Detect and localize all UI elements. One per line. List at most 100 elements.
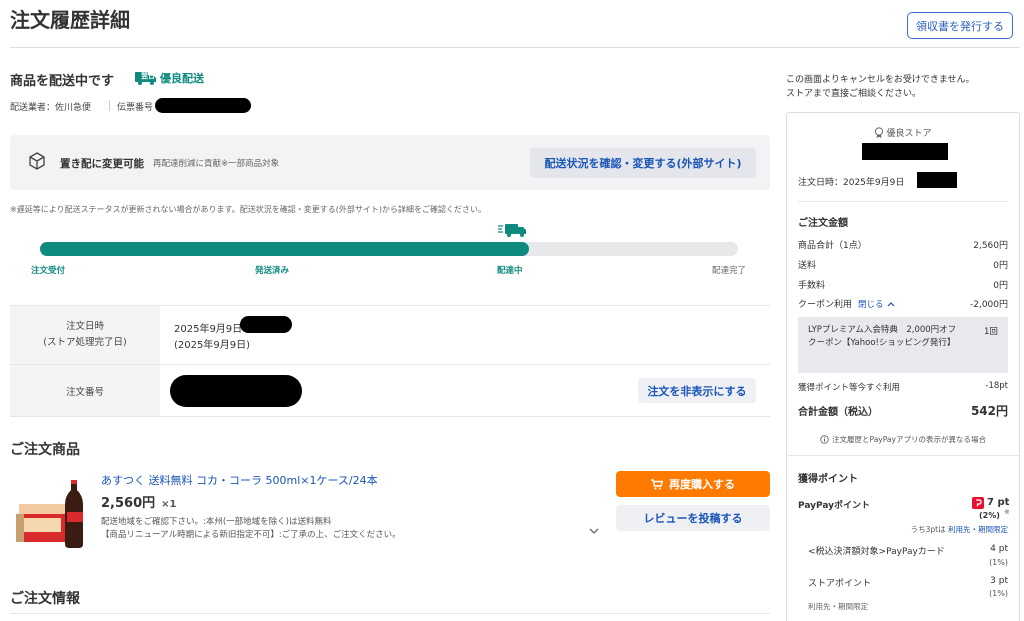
next-day-tag: 翌日 <box>141 72 155 80</box>
tracking-number-redacted <box>155 98 251 113</box>
coupon-toggle[interactable]: 閉じる <box>858 298 895 310</box>
rebuy-label: 再度購入する <box>669 478 735 491</box>
handling-fee-label: 手数料 <box>798 281 826 291</box>
total-value: 542円 <box>970 404 1008 418</box>
medal-icon <box>874 127 884 138</box>
coupon-detail-text: LYPプレミアム入会特典 2,000円オフクーポン【Yahoo!ショッピング発行… <box>808 325 957 348</box>
excellent-delivery-label: 優良配送 <box>160 72 204 85</box>
points-used-row: 獲得ポイント等今すぐ利用 -18pt <box>798 381 1008 393</box>
subtotal-value: 2,560円 <box>973 241 1008 251</box>
product-note-2: 【商品リニューアル時期による新旧指定不可】:ご了承の上、ご注文ください。 <box>101 530 401 540</box>
points-heading: 獲得ポイント <box>798 474 858 485</box>
okihai-note: 再配達削減に貢献※一部商品対象 <box>153 159 280 169</box>
page-title: 注文履歴詳細 <box>10 8 130 32</box>
status-notice: ※遅延等により配送ステータスが更新されない場合があります。配送状況を確認・変更す… <box>10 205 486 214</box>
store-badge-label: 優良ストア <box>886 129 932 139</box>
store-name-redacted <box>862 143 948 160</box>
products-heading: ご注文商品 <box>10 442 80 458</box>
product-price-row: 2,560円 ×1 <box>101 492 176 511</box>
order-number-redacted <box>170 375 302 407</box>
box-icon <box>28 152 46 173</box>
header-divider <box>10 47 1020 48</box>
card-point-value: 4 pt <box>990 544 1008 554</box>
total-label: 合計金額（税込） <box>798 407 878 418</box>
order-details-divider <box>10 613 770 614</box>
handling-fee-row: 手数料 0円 <box>798 278 1008 291</box>
sidebar-divider-2 <box>786 455 1020 456</box>
coupon-count: 1回 <box>984 327 998 337</box>
order-date-value: 2025年9月9日 <box>174 324 243 335</box>
step-delivered: 配達完了 <box>712 266 747 276</box>
sidebar-order-time-redacted <box>917 172 957 188</box>
sidebar-order-date: 注文日時：2025年9月9日 <box>798 178 905 188</box>
store-point-label: ストアポイント <box>808 579 872 589</box>
total-row: 合計金額（税込） 542円 <box>798 402 1008 419</box>
rebuy-button[interactable]: 再度購入する <box>616 471 770 497</box>
product-price: 2,560円 <box>101 496 156 511</box>
card-point-label: <税込決済額対象>PayPayカード <box>808 547 945 557</box>
carrier-divider <box>109 100 110 111</box>
order-details-heading: ご注文情報 <box>10 591 80 607</box>
points-used-value: -18pt <box>985 381 1008 391</box>
product-note-1: 配送地域をご確認下さい。:本州(一部地域を除く)は送料無料 <box>101 517 332 527</box>
step-in-delivery: 配達中 <box>497 266 523 276</box>
step-shipped: 発送済み <box>255 266 290 276</box>
order-date-sub-value: (2025年9月9日) <box>174 340 250 351</box>
chevron-down-icon[interactable] <box>589 527 599 538</box>
paypay-point-sub: うち3ptは 利用先・期間限定 <box>820 524 1008 535</box>
store-point-sub: 利用先・期間限定 <box>808 602 868 611</box>
coupon-value: -2,000円 <box>969 300 1008 310</box>
delivery-truck-icon <box>498 223 528 241</box>
check-delivery-button[interactable]: 配送状況を確認・変更する(外部サイト) <box>530 148 756 178</box>
carrier-label: 配送業者：佐川急便 <box>10 103 92 113</box>
store-point-pct: (1%) <box>989 589 1008 598</box>
store-point-value: 3 pt <box>990 576 1008 586</box>
progress-fill <box>40 242 529 256</box>
shipping-fee-value: 0円 <box>993 261 1008 271</box>
app-note-text: 注文履歴とPayPayアプリの表示が異なる場合 <box>832 435 986 444</box>
store-badge: 優良ストア <box>786 126 1020 139</box>
order-date-sublabel: (ストア処理完了日) <box>43 337 127 348</box>
chevron-up-icon <box>887 301 894 306</box>
coupon-label: クーポン利用 <box>798 300 853 310</box>
order-time-redacted <box>240 316 292 333</box>
step-order-received: 注文受付 <box>31 266 66 276</box>
points-used-label: 獲得ポイント等今すぐ利用 <box>798 383 901 393</box>
shipping-status-title: 商品を配送中です <box>10 74 115 89</box>
sidebar-divider-1 <box>798 201 1008 202</box>
app-note[interactable]: 注文履歴とPayPayアプリの表示が異なる場合 <box>786 434 1020 445</box>
excellent-delivery-badge: 翌日 優良配送 <box>135 70 204 86</box>
cart-icon <box>651 478 663 490</box>
product-quantity: ×1 <box>161 499 177 510</box>
order-date-label: 注文日時 <box>65 321 104 332</box>
paypay-point-pct: (2%) <box>979 511 1000 520</box>
paypay-point-mark: ※ <box>1004 508 1010 516</box>
progress-track <box>40 242 738 256</box>
post-review-button[interactable]: レビューを投稿する <box>616 505 770 531</box>
subtotal-row: 商品合計（1点） 2,560円 <box>798 238 1008 251</box>
shipping-fee-row: 送料 0円 <box>798 258 1008 271</box>
tracking-label: 伝票番号 <box>117 103 154 113</box>
okihai-title: 置き配に変更可能 <box>60 158 144 170</box>
hide-order-button[interactable]: 注文を非表示にする <box>638 378 756 403</box>
shipping-fee-label: 送料 <box>798 261 817 271</box>
paypay-point-value: 7 pt <box>987 497 1010 508</box>
coupon-row: クーポン利用 閉じる -2,000円 <box>798 297 1008 311</box>
paypay-point-sub-link[interactable]: 利用先・期間限定 <box>948 525 1008 534</box>
paypay-point-label: PayPayポイント <box>798 501 871 511</box>
cancel-note-1: この画面よりキャンセルをお受けできません。 <box>786 75 975 85</box>
card-point-pct: (1%) <box>989 558 1008 567</box>
product-image[interactable] <box>15 478 92 550</box>
paypay-point-sub-text: うち3ptは <box>910 525 946 534</box>
product-name-link[interactable]: あすつく 送料無料 コカ・コーラ 500ml×1ケース/24本 <box>101 472 378 488</box>
coupon-toggle-label: 閉じる <box>858 299 884 310</box>
info-icon <box>820 435 829 444</box>
handling-fee-value: 0円 <box>993 281 1008 291</box>
cancel-note-2: ストアまで直接ご相談ください。 <box>786 89 922 99</box>
subtotal-label: 商品合計（1点） <box>798 241 867 251</box>
receipt-button[interactable]: 領収書を発行する <box>907 12 1013 39</box>
order-number-header-cell: 注文番号 <box>10 365 160 416</box>
amount-heading: ご注文金額 <box>798 218 848 229</box>
order-number-label: 注文番号 <box>65 386 104 398</box>
order-date-header-cell: 注文日時 (ストア処理完了日) <box>10 306 160 364</box>
